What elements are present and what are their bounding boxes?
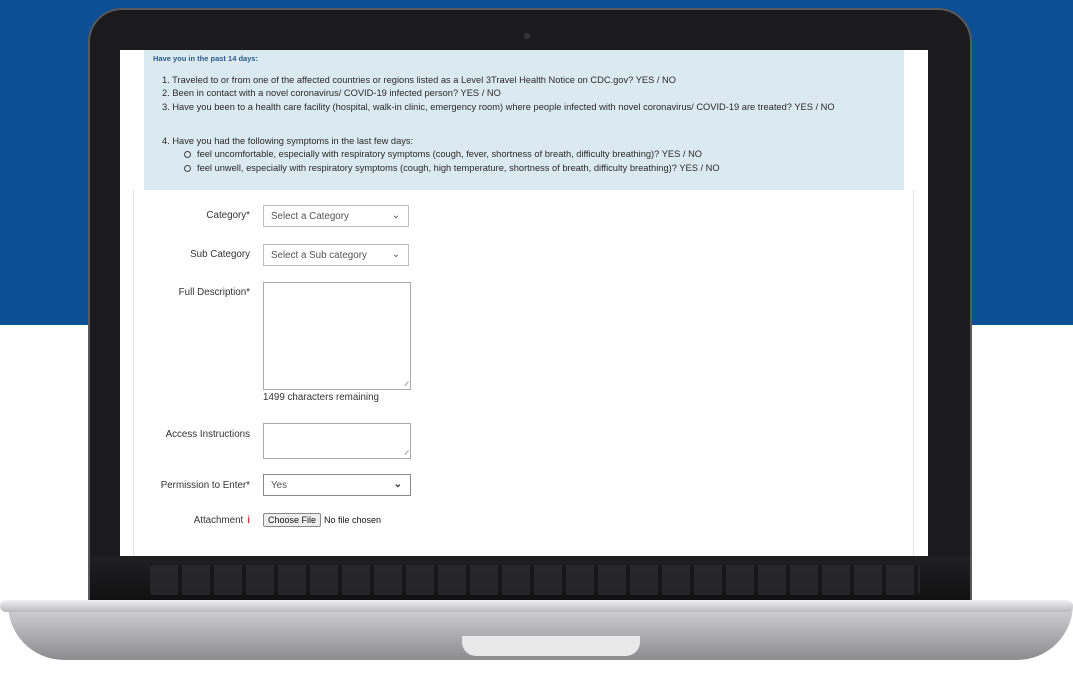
permission-label: Permission to Enter* [160,480,250,491]
category-select-value: Select a Category [271,211,349,222]
chevron-down-icon: ⌄ [391,249,400,260]
resize-grip-icon: ∕∕ [405,381,408,388]
info-icon[interactable]: i [247,515,250,526]
question-2: 2. Been in contact with a novel coronavi… [162,88,501,98]
category-select[interactable]: Select a Category ⌄ [263,205,409,227]
frame-border-left [133,190,134,556]
notice-title: Have you in the past 14 days: [153,54,259,63]
bullet-icon [184,165,191,173]
access-instructions-textarea[interactable]: ∕∕ [263,423,411,459]
laptop-screen: Have you in the past 14 days: 1. Travele… [120,50,928,556]
frame-border-right [913,190,914,556]
chevron-down-icon: ⌄ [391,210,400,221]
characters-remaining: 1499 characters remaining [263,392,379,403]
symptom-item-2: feel unwell, especially with respiratory… [184,163,720,173]
question-1: 1. Traveled to or from one of the affect… [162,75,677,85]
keyboard [150,565,920,595]
file-status: No file chosen [324,515,382,525]
description-textarea[interactable]: ∕∕ [263,282,411,390]
chevron-down-icon: ⌄ [393,479,402,490]
category-label: Category* [206,210,250,221]
permission-select-value: Yes [271,480,287,491]
laptop-notch [462,636,640,656]
attachment-label-row: Attachment i [120,515,250,526]
question-4: 4. Have you had the following symptoms i… [162,136,414,146]
subcategory-label: Sub Category [190,249,250,260]
subcategory-select[interactable]: Select a Sub category ⌄ [263,244,409,266]
symptom-item-1-text: feel uncomfortable, especially with resp… [197,149,703,159]
access-instructions-label: Access Instructions [165,429,250,440]
webcam [524,33,530,39]
attachment-label: Attachment [193,515,244,526]
choose-file-button[interactable]: Choose File [263,513,322,527]
bullet-icon [184,151,191,159]
symptom-item-2-text: feel unwell, especially with respiratory… [197,163,720,173]
permission-select[interactable]: Yes ⌄ [263,474,411,496]
symptom-item-1: feel uncomfortable, especially with resp… [184,149,702,159]
laptop-base-lip [0,600,1073,612]
subcategory-select-value: Select a Sub category [271,250,367,261]
description-label: Full Description* [178,287,250,298]
resize-grip-icon: ∕∕ [405,450,408,457]
question-3: 3. Have you been to a health care facili… [162,102,835,112]
covid-screening-notice: Have you in the past 14 days: 1. Travele… [144,50,904,190]
